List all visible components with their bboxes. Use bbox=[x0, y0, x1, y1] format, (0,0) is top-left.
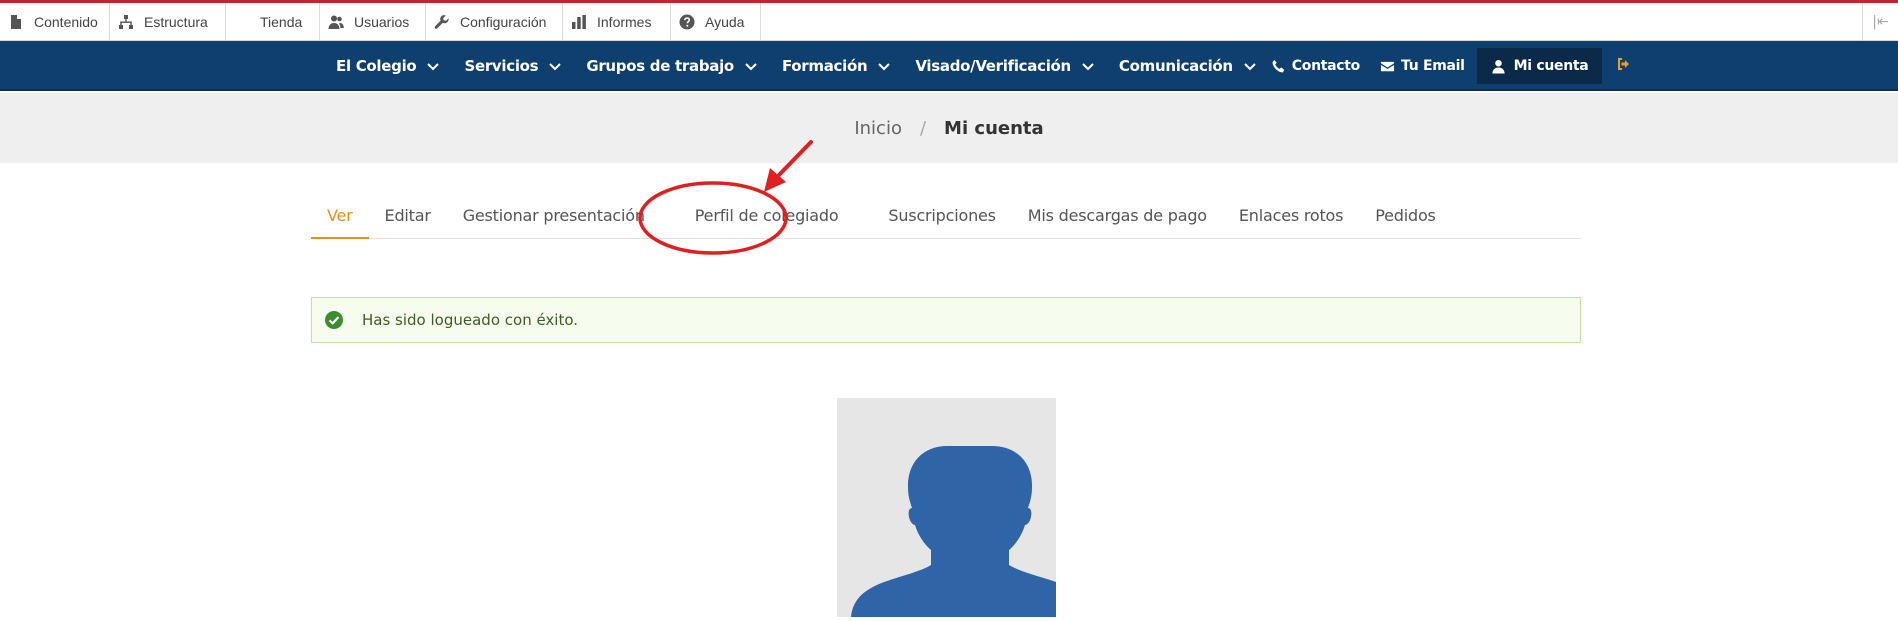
tab-enlaces-rotos[interactable]: Enlaces rotos bbox=[1223, 196, 1359, 239]
tab-suscripciones[interactable]: Suscripciones bbox=[872, 196, 1011, 239]
chevron-down-icon bbox=[1081, 59, 1095, 73]
nav-menu-grupos-de-trabajo[interactable]: Grupos de trabajo bbox=[586, 57, 758, 75]
breadcrumb-current: Mi cuenta bbox=[944, 117, 1044, 139]
tab-pedidos[interactable]: Pedidos bbox=[1359, 196, 1451, 239]
user-icon bbox=[1492, 59, 1505, 74]
sign-out-icon bbox=[1618, 58, 1630, 70]
admin-item-informes[interactable]: Informes bbox=[563, 3, 671, 40]
nav-account-link[interactable]: Mi cuenta bbox=[1476, 48, 1603, 84]
help-icon bbox=[679, 14, 695, 30]
admin-item-tienda[interactable]: Tienda bbox=[226, 3, 320, 40]
admin-item-label: Ayuda bbox=[705, 13, 745, 30]
nav-menu-servicios[interactable]: Servicios bbox=[464, 57, 562, 75]
phone-icon bbox=[1272, 59, 1284, 72]
tab-ver[interactable]: Ver bbox=[311, 196, 369, 239]
tab-editar[interactable]: Editar bbox=[369, 196, 447, 239]
nav-menu-label: Comunicación bbox=[1118, 57, 1233, 75]
admin-item-configuracion[interactable]: Configuración bbox=[426, 3, 563, 40]
status-message-text: Has sido logueado con éxito. bbox=[362, 311, 579, 329]
nav-menu-label: Formación bbox=[781, 57, 868, 75]
tab-gestionar-presentacion[interactable]: Gestionar presentación bbox=[447, 196, 661, 239]
admin-toolbar: Contenido Estructura Tienda Usuarios Con… bbox=[0, 0, 1898, 41]
admin-item-estructura[interactable]: Estructura bbox=[110, 3, 226, 40]
logout-button[interactable] bbox=[1616, 56, 1632, 76]
breadcrumb-home-link[interactable]: Inicio bbox=[854, 118, 902, 139]
tab-perfil-de-colegiado[interactable]: Perfil de colegiado bbox=[661, 196, 873, 239]
admin-item-usuarios[interactable]: Usuarios bbox=[320, 3, 426, 40]
nav-email-link[interactable]: Tu Email bbox=[1380, 58, 1465, 74]
envelope-icon bbox=[1380, 61, 1395, 71]
sitemap-icon bbox=[118, 14, 134, 30]
nav-menu-label: Visado/Verificación bbox=[915, 57, 1071, 75]
chevron-down-icon bbox=[744, 59, 758, 73]
account-tabs: Ver Editar Gestionar presentación Perfil… bbox=[311, 196, 1581, 239]
file-icon bbox=[8, 14, 24, 30]
nav-menu-comunicacion[interactable]: Comunicación bbox=[1119, 57, 1257, 75]
chevron-down-icon bbox=[877, 59, 891, 73]
main-navigation: El Colegio Servicios Grupos de trabajo F… bbox=[0, 41, 1898, 91]
tab-mis-descargas-de-pago[interactable]: Mis descargas de pago bbox=[1012, 196, 1223, 239]
collapse-icon: |⇤ bbox=[1872, 14, 1889, 30]
annotation-arrow-head bbox=[764, 168, 786, 192]
admin-item-label: Estructura bbox=[144, 13, 208, 30]
user-silhouette-icon bbox=[851, 446, 1056, 617]
nav-menu-el-colegio[interactable]: El Colegio bbox=[336, 57, 440, 75]
admin-item-ayuda[interactable]: Ayuda bbox=[671, 3, 761, 40]
admin-item-label: Configuración bbox=[460, 13, 547, 30]
chevron-down-icon bbox=[426, 59, 440, 73]
nav-account-label: Mi cuenta bbox=[1513, 58, 1589, 74]
chevron-down-icon bbox=[548, 59, 562, 73]
admin-item-label: Tienda bbox=[260, 13, 303, 30]
nav-menu-label: Grupos de trabajo bbox=[586, 57, 734, 75]
avatar bbox=[837, 398, 1056, 617]
admin-item-label: Contenido bbox=[34, 13, 98, 30]
nav-contact-label: Contacto bbox=[1291, 58, 1361, 74]
check-circle-icon bbox=[324, 310, 344, 330]
admin-item-label: Informes bbox=[597, 13, 652, 30]
breadcrumb-separator: / bbox=[919, 117, 927, 139]
nav-contact-link[interactable]: Contacto bbox=[1271, 58, 1360, 74]
nav-menu-label: El Colegio bbox=[336, 57, 417, 75]
bar-chart-icon bbox=[571, 14, 587, 30]
admin-item-label: Usuarios bbox=[354, 13, 410, 30]
users-icon bbox=[328, 14, 344, 30]
nav-menu-formacion[interactable]: Formación bbox=[782, 57, 891, 75]
status-message: Has sido logueado con éxito. bbox=[311, 297, 1581, 343]
breadcrumb: Inicio / Mi cuenta bbox=[0, 93, 1898, 163]
nav-menu-visado-verificacion[interactable]: Visado/Verificación bbox=[915, 57, 1095, 75]
admin-item-contenido[interactable]: Contenido bbox=[0, 3, 110, 40]
nav-menu-label: Servicios bbox=[464, 57, 539, 75]
wrench-icon bbox=[434, 14, 450, 30]
toolbar-collapse-button[interactable]: |⇤ bbox=[1862, 3, 1898, 41]
nav-email-label: Tu Email bbox=[1401, 58, 1465, 74]
chevron-down-icon bbox=[1243, 59, 1257, 73]
